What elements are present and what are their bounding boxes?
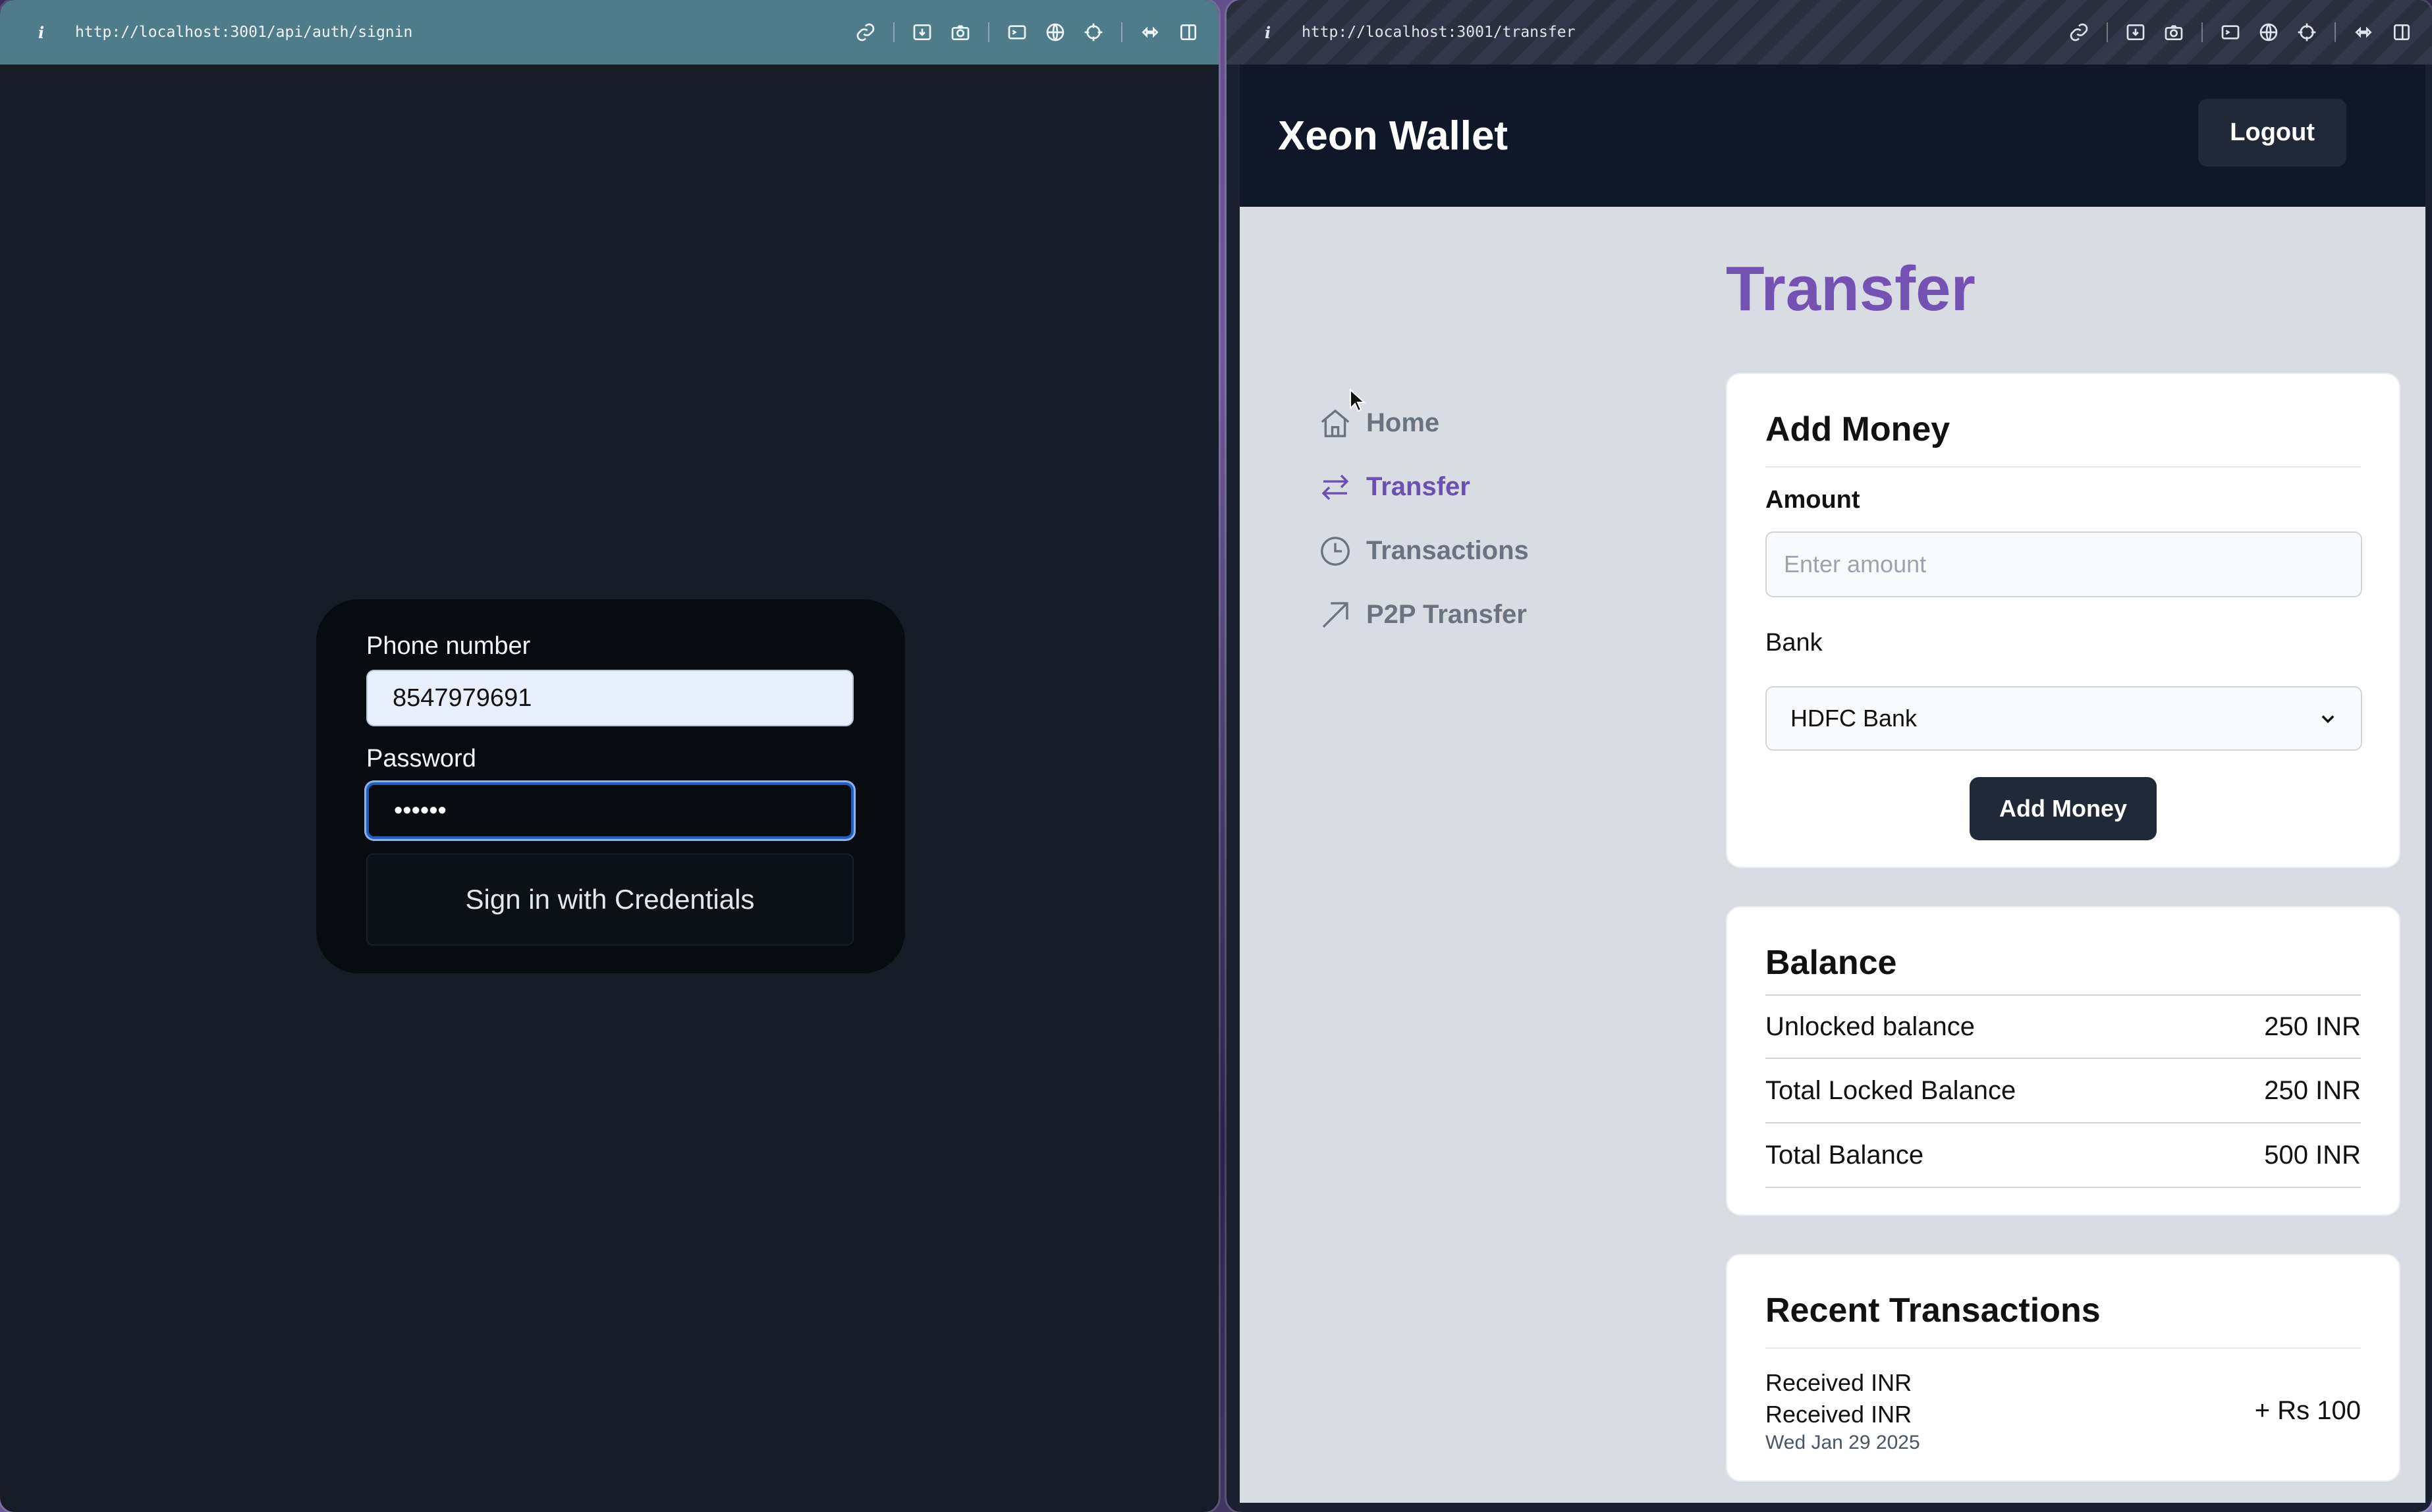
chevron-down-icon: [2321, 715, 2335, 724]
balance-title: Balance: [1765, 944, 1897, 982]
terminal-icon[interactable]: [1007, 22, 1028, 43]
extensions-icon[interactable]: [1140, 22, 1161, 43]
page-title: Transfer: [1726, 254, 1976, 324]
amount-input[interactable]: Enter amount: [1765, 531, 2362, 597]
balance-label: Unlocked balance: [1765, 1012, 1975, 1041]
crosshair-icon[interactable]: [2296, 22, 2317, 43]
info-icon[interactable]: i: [1265, 23, 1290, 42]
sidebar-item-transactions[interactable]: Transactions: [1317, 519, 1647, 583]
balance-row-locked: Total Locked Balance 250 INR: [1765, 1059, 2361, 1123]
signin-form: Phone number 8547979691 Password •••••• …: [316, 599, 905, 973]
toolbar-divider: [893, 22, 895, 42]
transaction-description: Received INR: [1765, 1401, 1912, 1428]
balance-value: 250 INR: [2264, 1075, 2361, 1105]
amount-label: Amount: [1765, 486, 1860, 514]
balance-card: Balance Unlocked balance 250 INR Total L…: [1726, 906, 2400, 1216]
address-bar[interactable]: i http://localhost:3001/transfer: [1227, 0, 2432, 65]
arrow-up-right-icon: [1322, 601, 1348, 628]
sidebar-item-label: Transactions: [1366, 536, 1529, 565]
sidebar-nav: Home Transfer Transactions P2P Transfer: [1317, 391, 1647, 647]
link-icon[interactable]: [2068, 22, 2089, 43]
mouse-cursor-icon: [1350, 389, 1366, 412]
crosshair-icon[interactable]: [1083, 22, 1104, 43]
add-money-card: Add Money Amount Enter amount Bank HDFC …: [1726, 373, 2400, 868]
info-icon[interactable]: i: [38, 23, 63, 42]
transaction-amount: + Rs 100: [2254, 1395, 2361, 1425]
address-bar[interactable]: i http://localhost:3001/api/auth/signin: [0, 0, 1219, 65]
bank-label: Bank: [1765, 629, 1823, 657]
phone-input[interactable]: 8547979691: [366, 670, 854, 726]
download-icon[interactable]: [912, 22, 933, 43]
sidebar-toggle-icon[interactable]: [2391, 22, 2412, 43]
balance-row-unlocked: Unlocked balance 250 INR: [1765, 994, 2361, 1059]
globe-icon[interactable]: [1045, 22, 1066, 43]
logout-button[interactable]: Logout: [2198, 98, 2346, 167]
link-icon[interactable]: [855, 22, 876, 43]
sidebar-item-label: P2P Transfer: [1366, 600, 1527, 629]
transfer-icon: [1321, 474, 1349, 500]
home-icon: [1321, 409, 1350, 437]
balance-row-total: Total Balance 500 INR: [1765, 1123, 2361, 1188]
phone-label: Phone number: [366, 632, 531, 660]
signin-browser-window: i http://localhost:3001/api/auth/signin …: [0, 0, 1219, 1512]
url-text[interactable]: http://localhost:3001/transfer: [1290, 24, 2068, 41]
extensions-icon[interactable]: [2353, 22, 2374, 43]
sidebar-item-transfer[interactable]: Transfer: [1317, 455, 1647, 519]
add-money-button[interactable]: Add Money: [1970, 777, 2157, 840]
camera-icon[interactable]: [950, 22, 971, 43]
password-input[interactable]: ••••••: [366, 782, 854, 839]
toolbar-divider: [2201, 22, 2203, 42]
camera-icon[interactable]: [2163, 22, 2184, 43]
bank-selected-value: HDFC Bank: [1790, 705, 1918, 732]
transaction-date: Wed Jan 29 2025: [1765, 1432, 1920, 1453]
bank-select[interactable]: HDFC Bank: [1765, 686, 2362, 751]
signin-button[interactable]: Sign in with Credentials: [366, 853, 854, 946]
recent-transactions-card: Recent Transactions Received INR Receive…: [1726, 1254, 2400, 1482]
toolbar-divider: [2335, 22, 2336, 42]
sidebar-item-label: Transfer: [1366, 472, 1470, 501]
balance-value: 500 INR: [2264, 1140, 2361, 1170]
sidebar-item-p2p-transfer[interactable]: P2P Transfer: [1317, 583, 1647, 647]
transaction-row: Received INR Received INR Wed Jan 29 202…: [1765, 1367, 2361, 1454]
url-text[interactable]: http://localhost:3001/api/auth/signin: [63, 24, 855, 41]
brand-title: Xeon Wallet: [1278, 113, 1508, 159]
balance-label: Total Balance: [1765, 1140, 1924, 1170]
transaction-type: Received INR: [1765, 1369, 1912, 1396]
globe-icon[interactable]: [2258, 22, 2279, 43]
app-header: Xeon Wallet Logout: [1240, 65, 2425, 207]
toolbar-divider: [1121, 22, 1122, 42]
recent-transactions-title: Recent Transactions: [1765, 1291, 2361, 1349]
clock-icon: [1321, 536, 1350, 566]
terminal-icon[interactable]: [2220, 22, 2241, 43]
wallet-browser-window: i http://localhost:3001/transfer Xeon Wa…: [1227, 0, 2432, 1512]
toolbar-divider: [2107, 22, 2108, 42]
balance-label: Total Locked Balance: [1765, 1075, 2016, 1105]
add-money-title: Add Money: [1765, 410, 2361, 468]
toolbar-divider: [988, 22, 989, 42]
password-label: Password: [366, 745, 476, 772]
wallet-app: Xeon Wallet Logout Home Transfer Transac…: [1240, 65, 2425, 1503]
download-icon[interactable]: [2125, 22, 2146, 43]
signin-page: Phone number 8547979691 Password •••••• …: [17, 65, 1205, 1503]
balance-value: 250 INR: [2264, 1012, 2361, 1041]
sidebar-item-label: Home: [1366, 408, 1440, 437]
sidebar-toggle-icon[interactable]: [1178, 22, 1199, 43]
main-content: Transfer Add Money Amount Enter amount B…: [1726, 253, 2400, 1503]
